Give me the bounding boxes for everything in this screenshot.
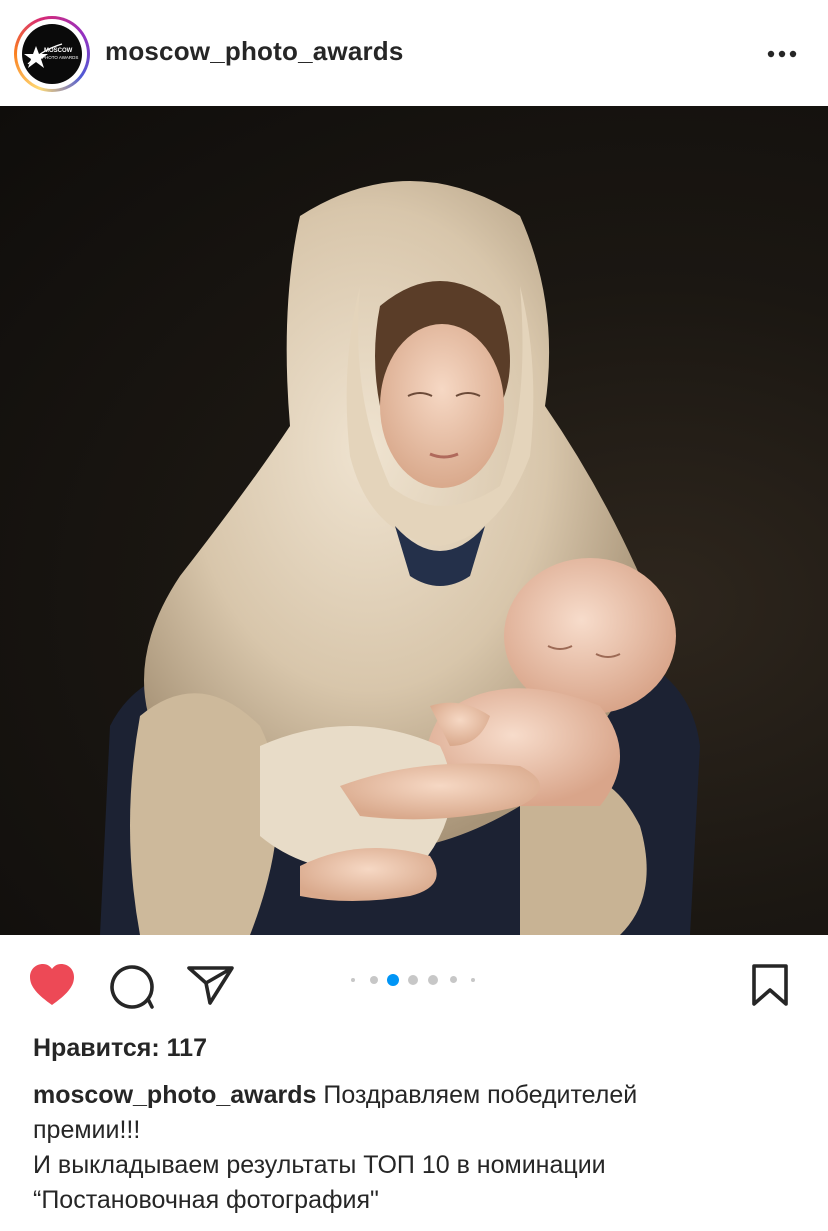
story-ring[interactable]: MOSCOW PHOTO AWARDS: [14, 16, 90, 92]
caption-line-3: И выкладываем результаты ТОП 10 в номина…: [33, 1151, 606, 1179]
caption-line-2: премии!!!: [33, 1116, 141, 1144]
caption-line-1: moscow_photo_awards Поздравляем победите…: [33, 1078, 803, 1113]
carousel-dot: [370, 976, 378, 984]
carousel-dot-active: [387, 974, 399, 986]
heart-filled-icon[interactable]: [28, 963, 76, 1007]
avatar[interactable]: MOSCOW PHOTO AWARDS: [22, 24, 82, 84]
carousel-dot: [351, 978, 355, 982]
photo-illustration: [100, 181, 700, 935]
post-username[interactable]: moscow_photo_awards: [105, 36, 404, 67]
caption-line-4: “Постановочная фотография": [33, 1186, 379, 1214]
caption-text-1: Поздравляем победителей: [316, 1081, 638, 1109]
comment-icon[interactable]: [108, 963, 156, 1009]
post-photo[interactable]: [0, 106, 828, 935]
svg-text:PHOTO AWARDS: PHOTO AWARDS: [42, 55, 78, 60]
caption-username[interactable]: moscow_photo_awards: [33, 1081, 316, 1109]
carousel-indicator: [351, 974, 481, 986]
carousel-dot: [408, 975, 418, 985]
carousel-dot: [471, 978, 475, 982]
more-horizontal-icon[interactable]: [762, 38, 802, 68]
post-caption: moscow_photo_awards Поздравляем победите…: [33, 1078, 803, 1218]
svg-text:MOSCOW: MOSCOW: [44, 48, 73, 54]
likes-count[interactable]: Нравится: 117: [33, 1034, 207, 1063]
carousel-dot: [450, 976, 457, 983]
star-logo-icon: MOSCOW PHOTO AWARDS: [24, 43, 78, 68]
avatar-border: MOSCOW PHOTO AWARDS: [17, 19, 87, 89]
post-header: MOSCOW PHOTO AWARDS moscow_photo_awards: [0, 0, 828, 106]
carousel-dot: [428, 975, 438, 985]
send-icon[interactable]: [186, 963, 236, 1007]
bookmark-icon[interactable]: [750, 963, 790, 1007]
